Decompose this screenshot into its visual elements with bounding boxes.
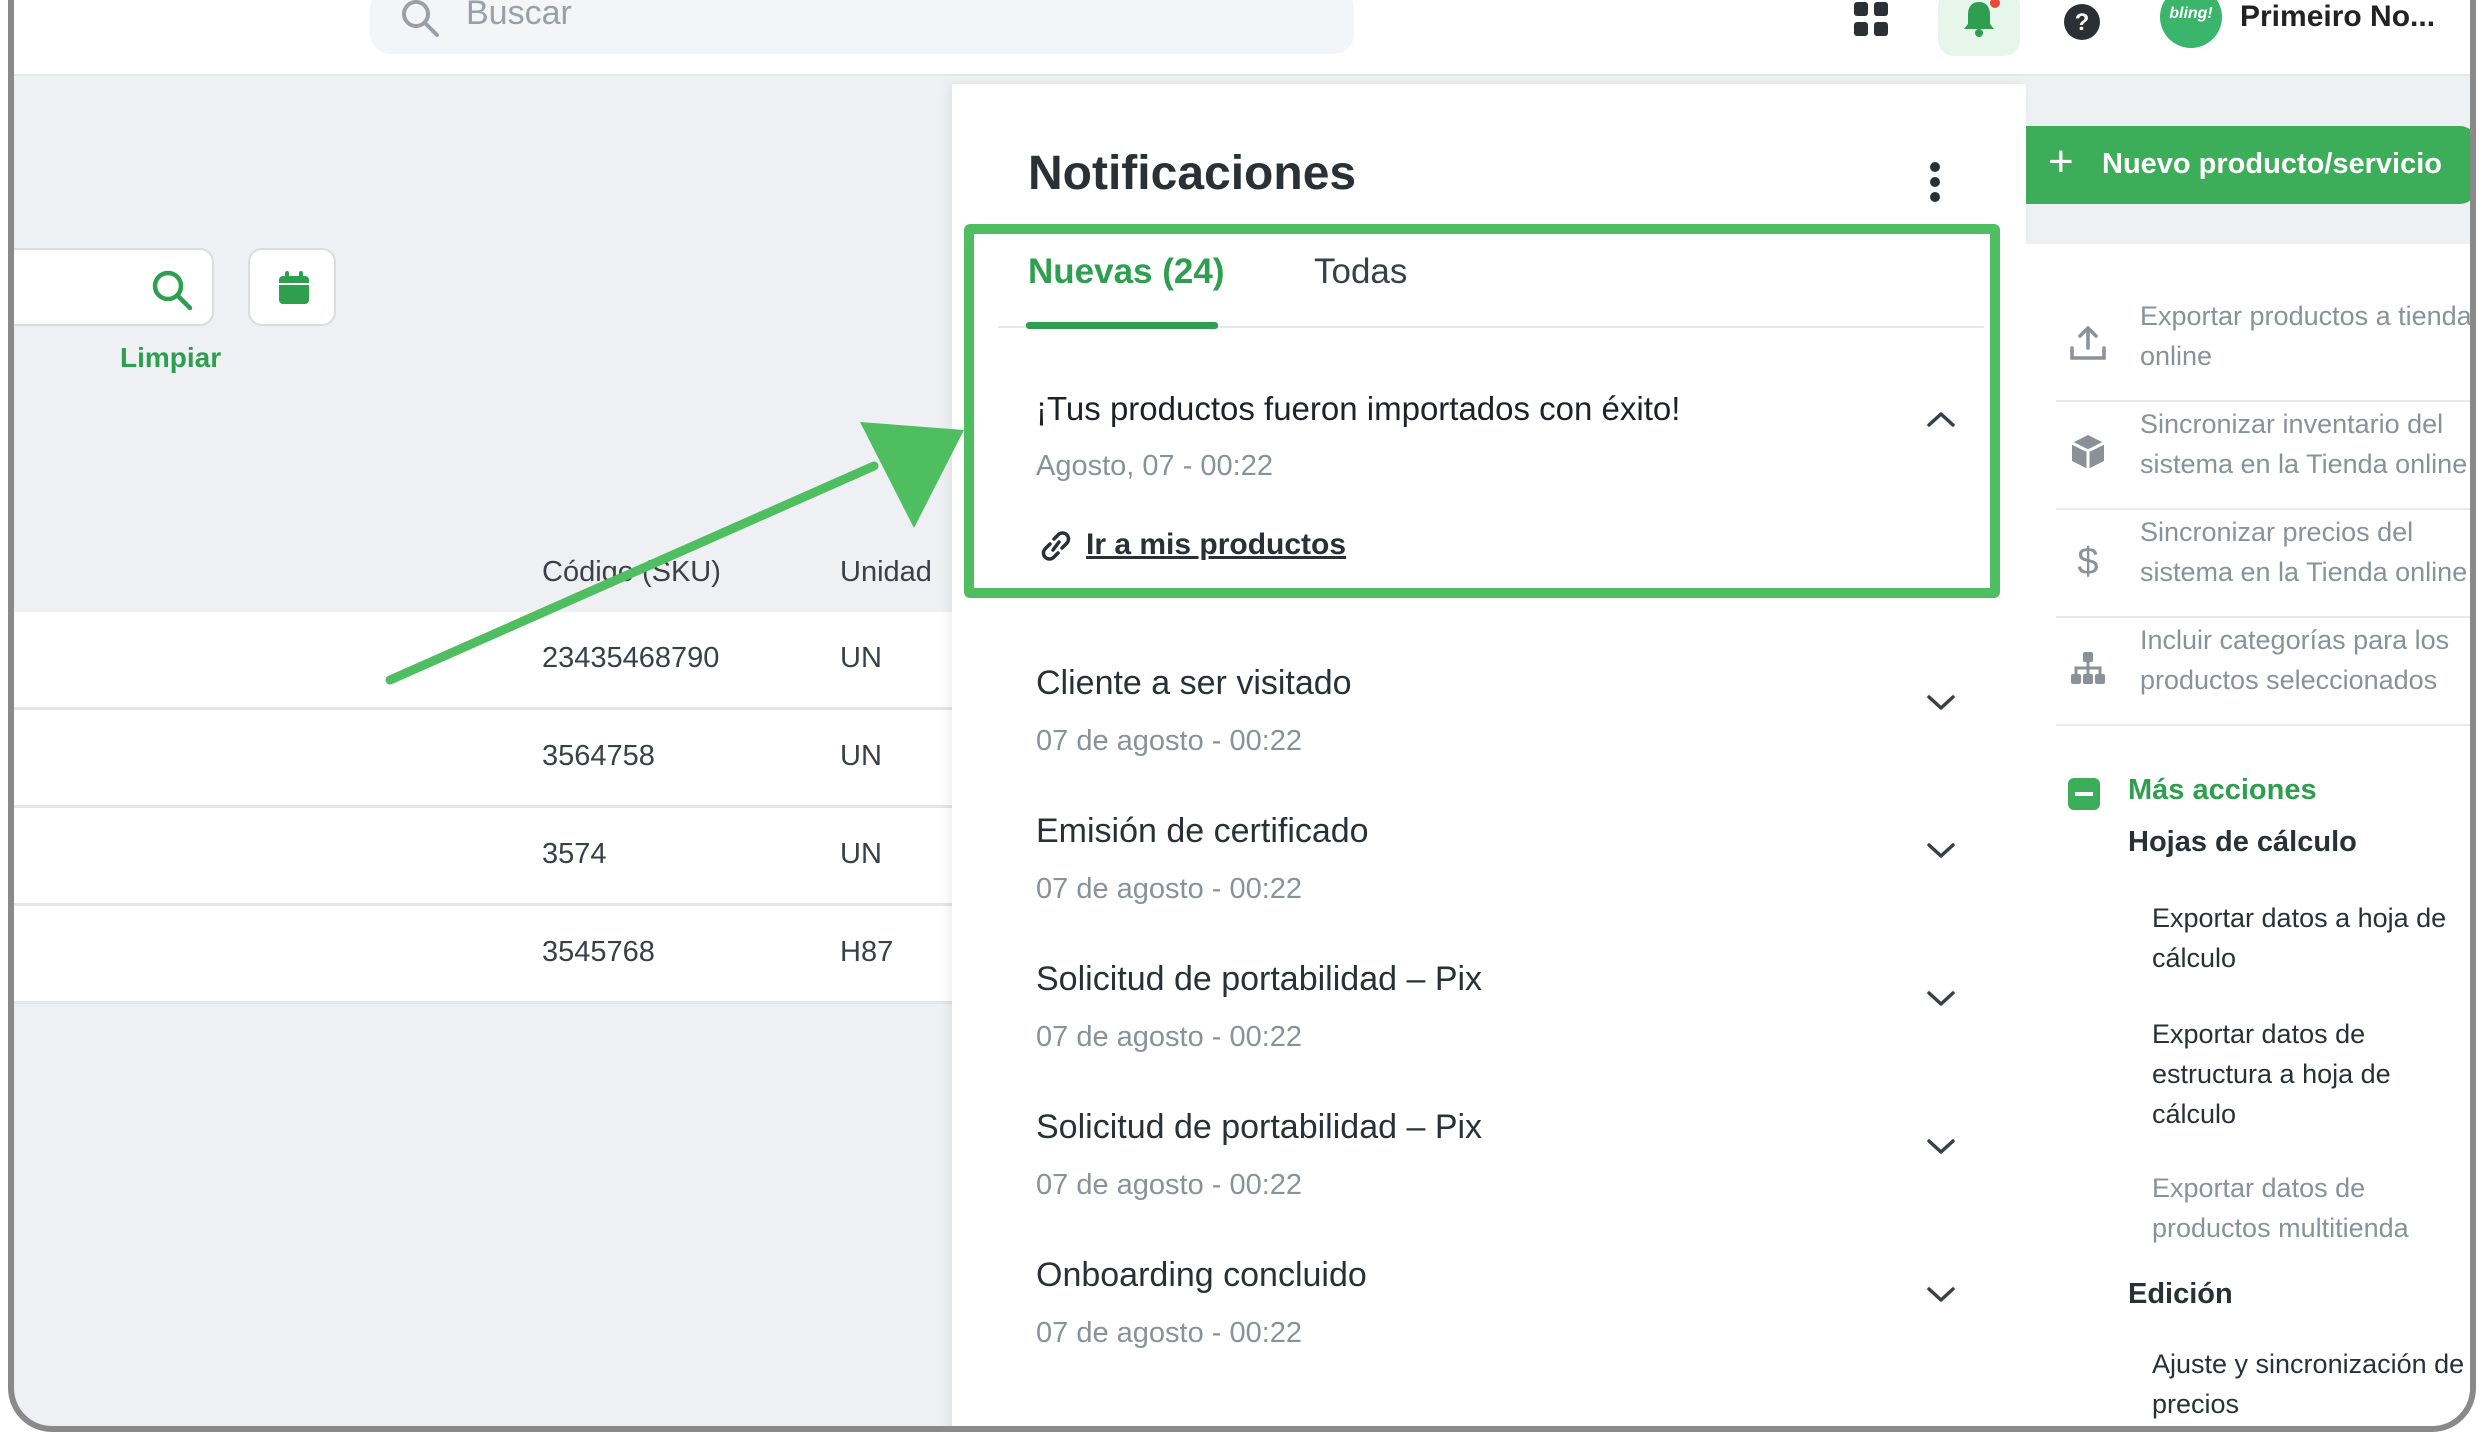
box-icon <box>2071 435 2105 469</box>
chevron-down-icon[interactable] <box>1926 694 1956 712</box>
sidebar-action-label: Exportar productos a tienda online <box>2140 301 2472 371</box>
sidebar-action-export-store[interactable]: Exportar productos a tienda online <box>2056 296 2472 402</box>
search-icon <box>402 0 439 37</box>
chevron-down-icon[interactable] <box>1926 990 1956 1008</box>
help-icon[interactable]: ? <box>2062 2 2102 42</box>
svg-text:?: ? <box>2075 9 2090 36</box>
new-product-label: Nuevo producto/servicio <box>2102 148 2443 180</box>
notification-item[interactable]: Solicitud de portabilidad – Pix 07 de ag… <box>1036 1108 1956 1202</box>
sidebar-link-price-sync[interactable]: Ajuste y sincronización de precios <box>2152 1344 2470 1424</box>
apps-grid-icon[interactable] <box>1852 2 1892 38</box>
notification-item[interactable]: Solicitud de portabilidad – Pix 07 de ag… <box>1036 960 1956 1054</box>
highlight-box <box>964 224 2000 598</box>
app-window: Buscar ? bling! Primeiro No... Limpiar U… <box>8 0 2476 1432</box>
clear-filters-link[interactable]: Limpiar <box>120 342 221 374</box>
notification-date: 07 de agosto - 00:22 <box>1036 725 1303 757</box>
new-product-button[interactable]: + Nuevo producto/servicio <box>2026 126 2470 204</box>
cell-sku: 3545768 <box>542 936 655 968</box>
cell-unit: H87 <box>840 936 894 968</box>
dollar-icon: $ <box>2077 541 2098 580</box>
plus-icon: + <box>2048 137 2074 186</box>
more-actions-label: Más acciones <box>2128 774 2317 806</box>
sidebar-link-export-multistore[interactable]: Exportar datos de productos multitienda <box>2152 1168 2470 1248</box>
user-name[interactable]: Primeiro No... <box>2240 0 2435 34</box>
sidebar-action-label: Sincronizar precios del sistema en la Ti… <box>2140 517 2468 587</box>
edition-heading: Edición <box>2128 1278 2233 1310</box>
table-row[interactable]: 3574 UN <box>14 808 954 906</box>
table-row[interactable]: 3545768 H87 <box>14 906 954 1004</box>
search-icon[interactable] <box>150 268 194 312</box>
filter-search-input[interactable] <box>14 248 214 326</box>
avatar[interactable]: bling! <box>2160 0 2222 48</box>
calendar-icon <box>279 271 309 304</box>
sidebar-action-sync-inventory[interactable]: Sincronizar inventario del sistema en la… <box>2056 404 2470 510</box>
sidebar-link-export-structure[interactable]: Exportar datos de estructura a hoja de c… <box>2152 1014 2470 1134</box>
notification-date: 07 de agosto - 00:22 <box>1036 1317 1303 1349</box>
notification-date: 07 de agosto - 00:22 <box>1036 1021 1303 1053</box>
upload-icon <box>2070 326 2106 360</box>
annotation-arrow <box>385 422 964 685</box>
search-placeholder: Buscar <box>466 0 572 32</box>
notification-title: Solicitud de portabilidad – Pix <box>1036 1108 1483 1146</box>
notification-item[interactable]: Emisión de certificado 07 de agosto - 00… <box>1036 812 1956 906</box>
notification-date: 07 de agosto - 00:22 <box>1036 1169 1303 1201</box>
svg-text:$: $ <box>2077 541 2098 580</box>
date-filter-button[interactable] <box>248 248 336 326</box>
cell-unit: UN <box>840 838 882 870</box>
notifications-panel: Notificaciones Nuevas (24) Todas ¡Tus pr… <box>952 84 2026 1426</box>
cell-sku: 3574 <box>542 838 607 870</box>
notification-date: 07 de agosto - 00:22 <box>1036 873 1303 905</box>
more-options-icon[interactable] <box>1928 160 1942 204</box>
panel-title: Notificaciones <box>1028 147 1357 200</box>
notification-item[interactable]: Cliente a ser visitado 07 de agosto - 00… <box>1036 664 1956 758</box>
chevron-down-icon[interactable] <box>1926 842 1956 860</box>
global-search-input[interactable]: Buscar <box>370 0 1354 54</box>
sidebar-action-sync-prices[interactable]: $ Sincronizar precios del sistema en la … <box>2056 512 2470 618</box>
notifications-button[interactable] <box>1938 0 2020 56</box>
sidebar-action-label: Sincronizar inventario del sistema en la… <box>2140 409 2468 479</box>
notification-title: Emisión de certificado <box>1036 812 1369 850</box>
spreadsheets-heading: Hojas de cálculo <box>2128 826 2357 858</box>
cell-sku: 3564758 <box>542 740 655 772</box>
collapse-icon[interactable] <box>2068 778 2100 810</box>
notification-badge <box>1988 0 2002 10</box>
notification-title: Solicitud de portabilidad – Pix <box>1036 960 1483 998</box>
top-bar: Buscar ? bling! Primeiro No... <box>14 0 2470 76</box>
table-row[interactable]: 3564758 UN <box>14 710 954 808</box>
cell-unit: UN <box>840 740 882 772</box>
sidebar-link-export-spreadsheet[interactable]: Exportar datos a hoja de cálculo <box>2152 898 2470 978</box>
actions-sidebar: Exportar productos a tienda online Sincr… <box>2026 244 2472 1426</box>
notification-title: Onboarding concluido <box>1036 1256 1367 1294</box>
notification-title: Cliente a ser visitado <box>1036 664 1352 702</box>
sidebar-action-categories[interactable]: Incluir categorías para los productos se… <box>2056 620 2470 726</box>
hierarchy-icon <box>2071 652 2105 684</box>
chevron-down-icon[interactable] <box>1926 1286 1956 1304</box>
sidebar-action-label: Incluir categorías para los productos se… <box>2140 625 2450 695</box>
chevron-down-icon[interactable] <box>1926 1138 1956 1156</box>
notification-item[interactable]: Onboarding concluido 07 de agosto - 00:2… <box>1036 1256 1956 1350</box>
